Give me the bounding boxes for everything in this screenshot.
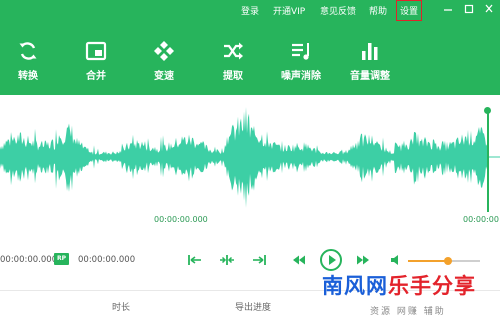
split-marker-icon[interactable] bbox=[219, 252, 235, 268]
tool-speed[interactable]: 变速 bbox=[134, 40, 194, 84]
volume-slider-handle[interactable] bbox=[443, 257, 452, 265]
feedback-link[interactable]: 意见反馈 bbox=[320, 4, 356, 17]
app-header: 登录 开通VIP 意见反馈 帮助 设置 转换 合并 变速 提取 噪声消除 音量调… bbox=[0, 0, 500, 95]
watermark-red-text: 乐手分享 bbox=[388, 274, 476, 298]
rewind-icon[interactable] bbox=[291, 252, 307, 268]
login-link[interactable]: 登录 bbox=[241, 4, 259, 17]
set-start-marker-icon[interactable] bbox=[187, 252, 203, 268]
watermark: 南风网乐手分享 资源 网赚 辅助 bbox=[318, 270, 500, 327]
fast-forward-icon[interactable] bbox=[355, 252, 371, 268]
tool-noise-removal[interactable]: 噪声消除 bbox=[271, 40, 331, 84]
waveform-lower bbox=[0, 157, 487, 208]
merge-icon bbox=[85, 40, 107, 62]
speaker-icon[interactable] bbox=[389, 252, 405, 268]
top-menu: 登录 开通VIP 意见反馈 帮助 设置 bbox=[0, 0, 500, 22]
speed-icon bbox=[153, 40, 175, 62]
maximize-icon[interactable] bbox=[464, 3, 474, 15]
rp-badge[interactable]: RP bbox=[54, 253, 69, 265]
watermark-subtitle: 资源 网赚 辅助 bbox=[370, 307, 446, 317]
noise-removal-icon bbox=[290, 40, 312, 62]
tool-merge[interactable]: 合并 bbox=[66, 40, 126, 84]
play-icon[interactable] bbox=[320, 249, 342, 271]
watermark-title: 南风网乐手分享 bbox=[322, 270, 476, 300]
column-duration: 时长 bbox=[112, 303, 131, 313]
tool-extract-label: 提取 bbox=[223, 71, 243, 82]
column-export-progress: 导出进度 bbox=[235, 303, 272, 313]
volume-adjust-icon bbox=[359, 40, 381, 62]
tool-convert[interactable]: 转换 bbox=[0, 40, 58, 84]
tool-extract[interactable]: 提取 bbox=[203, 40, 263, 84]
timeline-time-center: 00:00:00.000 bbox=[154, 215, 208, 224]
convert-icon bbox=[17, 40, 39, 62]
watermark-blue-text: 南风网 bbox=[322, 274, 388, 298]
tool-speed-label: 变速 bbox=[154, 71, 174, 82]
settings-link[interactable]: 设置 bbox=[395, 0, 423, 21]
help-link[interactable]: 帮助 bbox=[369, 4, 387, 17]
waveform-upper bbox=[0, 107, 487, 157]
set-end-marker-icon[interactable] bbox=[251, 252, 267, 268]
close-icon[interactable] bbox=[484, 3, 494, 15]
tool-merge-label: 合并 bbox=[86, 71, 106, 82]
volume-slider-fill bbox=[408, 260, 448, 262]
extract-icon bbox=[222, 40, 244, 62]
playhead-line[interactable] bbox=[487, 112, 489, 212]
waveform-graphic bbox=[0, 107, 500, 208]
open-vip-link[interactable]: 开通VIP bbox=[273, 4, 305, 17]
waveform-panel[interactable]: 00:00:00.000 00:00:00 bbox=[0, 95, 500, 230]
end-time: 00:00:00.000 bbox=[78, 255, 136, 265]
tool-convert-label: 转换 bbox=[18, 71, 38, 82]
volume-slider[interactable] bbox=[408, 257, 480, 265]
timeline-time-right: 00:00:00 bbox=[463, 215, 499, 224]
tool-volume-adjust[interactable]: 音量调整 bbox=[340, 40, 400, 84]
minimize-icon[interactable] bbox=[443, 3, 453, 15]
start-time: 00:00:00.000 bbox=[0, 255, 58, 265]
tool-volume-adjust-label: 音量调整 bbox=[350, 71, 390, 82]
tool-noise-removal-label: 噪声消除 bbox=[281, 71, 321, 82]
